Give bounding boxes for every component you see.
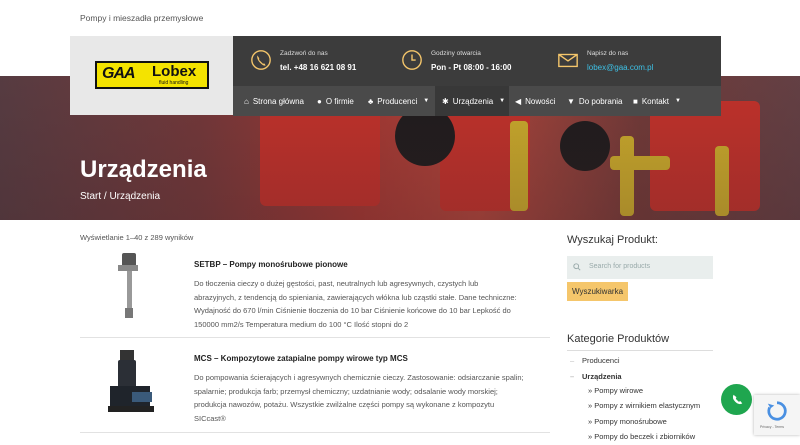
info-icon: ● [317, 96, 322, 106]
product-divider [80, 432, 550, 433]
recaptcha-icon [767, 401, 787, 421]
users-icon: ♣ [368, 96, 374, 106]
subcategory-progressive-cavity-pumps[interactable]: » Pompy monośrubowe [588, 417, 667, 426]
chevron-down-icon: ▼ [423, 98, 430, 104]
site-tagline: Pompy i mieszadła przemysłowe [80, 13, 204, 23]
nav-label: Producenci [377, 96, 418, 106]
phone-icon [251, 50, 271, 70]
breadcrumb[interactable]: Start / Urządzenia [80, 191, 160, 202]
megaphone-icon: ◀ [515, 96, 522, 106]
search-button[interactable]: Wyszukiwarka [567, 282, 628, 301]
product-item: SETBP – Pompy monośrubowe pionowe Do tło… [80, 250, 550, 335]
subcategory-drum-pumps[interactable]: » Pompy do beczek i zbiorników [588, 432, 695, 441]
category-label: Urządzenia [582, 372, 622, 381]
subcategory-centrifugal-pumps[interactable]: » Pompy wirowe [588, 386, 643, 395]
description-line: SICcast® [194, 413, 226, 423]
logo-subtitle: fluid handling [159, 80, 189, 86]
subcategory-flexible-impeller-pumps[interactable]: » Pompy z wirnikiem elastycznym [588, 401, 700, 410]
email-link[interactable]: lobex@gaa.com.pl [587, 63, 653, 72]
search-icon [573, 263, 581, 271]
nav-item-news[interactable]: ◀ Nowości [515, 86, 555, 116]
contact-info-bar: Zadzwoń do nas tel. +48 16 621 08 91 God… [233, 36, 721, 86]
clock-icon [402, 50, 422, 70]
product-item: MCS – Kompozytowe zatapialne pompy wirow… [80, 346, 550, 431]
search-widget-title: Wyszukaj Produkt: [567, 234, 658, 246]
logo-gaa-text: GAA [102, 65, 136, 82]
nav-label: O firmie [325, 96, 354, 106]
nav-item-devices[interactable]: ✱ Urządzenia ▼ [435, 86, 509, 116]
phone-icon [732, 394, 742, 404]
download-icon: ▼ [567, 96, 575, 106]
captcha-terms[interactable]: Privacy - Terms [760, 425, 784, 429]
main-navigation: ⌂ Strona główna ● O firmie ♣ Producenci … [233, 86, 721, 116]
whatsapp-button[interactable] [721, 384, 752, 415]
categories-widget-title: Kategorie Produktów [567, 333, 670, 345]
category-devices[interactable]: – Urządzenia [570, 372, 622, 381]
results-count: Wyświetlanie 1–40 z 289 wyników [80, 233, 194, 242]
nav-item-contact[interactable]: ■ Kontakt ▼ [633, 86, 681, 116]
category-label: Producenci [582, 356, 620, 365]
hours-label: Godziny otwarcia [431, 50, 481, 57]
product-description: Do tłoczenia cieczy o dużej gęstości, pa… [194, 277, 552, 331]
description-line: Do tłoczenia cieczy o dużej gęstości, pa… [194, 279, 479, 288]
nav-label: Kontakt [641, 96, 669, 106]
product-search-input[interactable]: Search for products [567, 256, 713, 279]
top-bar: Pompy i mieszadła przemysłowe [0, 0, 800, 36]
recaptcha-badge[interactable]: Privacy - Terms [754, 395, 800, 435]
chevron-down-icon: ▼ [499, 98, 506, 104]
product-description: Do pompowania ścierających i agresywnych… [194, 371, 552, 425]
page-title: Urządzenia [80, 156, 207, 183]
nav-item-home[interactable]: ⌂ Strona główna [244, 86, 304, 116]
product-divider [80, 337, 550, 338]
nav-item-producers[interactable]: ♣ Producenci ▼ [368, 86, 429, 116]
nav-label: Do pobrania [578, 96, 623, 106]
category-producers[interactable]: – Producenci [570, 356, 620, 365]
nav-label: Nowości [525, 96, 556, 106]
logo-lobex-text: Lobex [152, 63, 197, 80]
logo-container[interactable]: GAA Lobex fluid handling [70, 36, 233, 115]
nav-label: Urządzenia [452, 96, 494, 106]
nav-item-about[interactable]: ● O firmie [317, 86, 354, 116]
phone-number[interactable]: tel. +48 16 621 08 91 [280, 63, 356, 72]
nav-label: Strona główna [252, 96, 304, 106]
product-title[interactable]: MCS – Kompozytowe zatapialne pompy wirow… [194, 354, 408, 363]
description-line: abrazyjnych, z tendencją do spieniania, … [194, 292, 517, 302]
opening-hours: Pon - Pt 08:00 - 16:00 [431, 63, 512, 72]
product-image[interactable] [80, 346, 180, 418]
search-placeholder: Search for products [589, 263, 651, 270]
home-icon: ⌂ [244, 96, 249, 106]
description-line: produkcja nawozów, potażu. Wszystkie zwi… [194, 400, 495, 409]
description-line: 150000 mm2/s Temperatura medium do 100 °… [194, 319, 409, 329]
product-title[interactable]: SETBP – Pompy monośrubowe pionowe [194, 260, 348, 269]
gear-icon: ✱ [442, 96, 449, 106]
phone-label: Zadzwoń do nas [280, 50, 328, 57]
sidebar-divider [567, 350, 713, 351]
envelope-icon [558, 53, 578, 68]
email-label: Napisz do nas [587, 50, 629, 57]
chevron-down-icon: ▼ [674, 98, 681, 104]
description-line: spalarnie; produkcja farb; przemysł chem… [194, 386, 498, 396]
product-image[interactable] [80, 250, 180, 322]
contact-icon: ■ [633, 96, 638, 106]
company-logo[interactable]: GAA Lobex fluid handling [95, 61, 209, 89]
description-line: Do pompowania ścierających i agresywnych… [194, 373, 524, 382]
nav-item-downloads[interactable]: ▼ Do pobrania [567, 86, 623, 116]
description-line: Wydajność do 670 l/min Ciśnienie tłoczen… [194, 306, 511, 315]
